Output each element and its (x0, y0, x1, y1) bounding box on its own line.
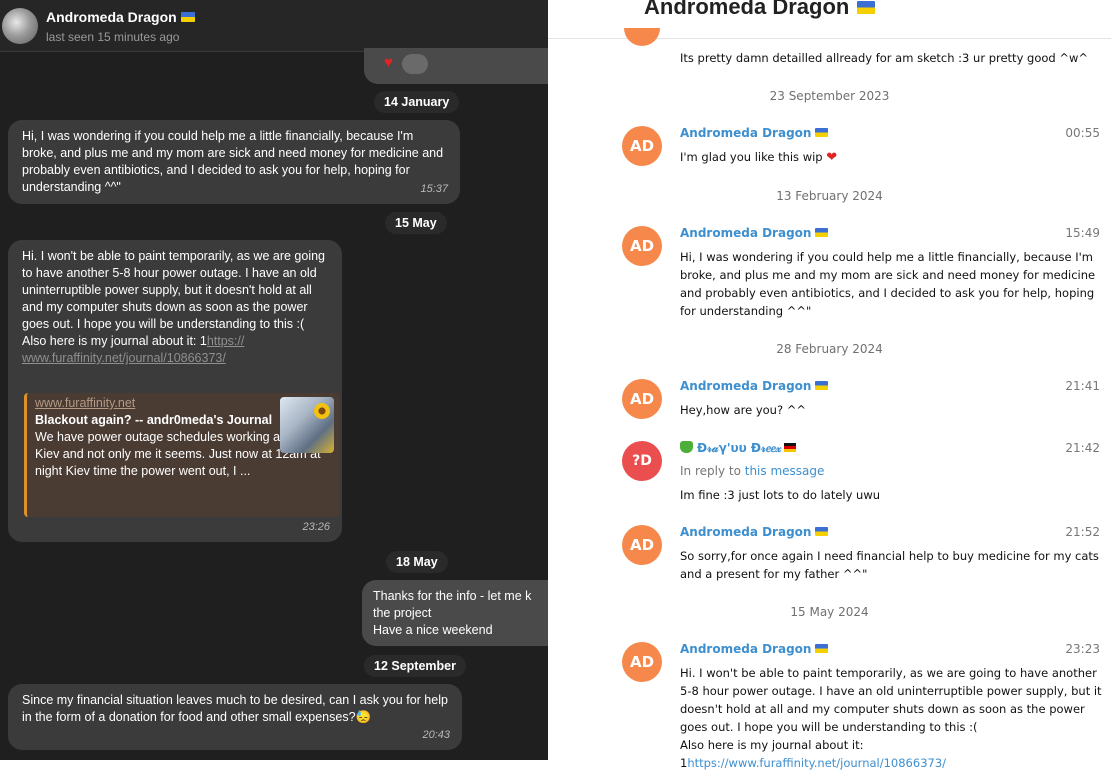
reply-link[interactable]: this message (745, 464, 825, 478)
message-line: the project (373, 606, 432, 620)
message-text: Im fine :3 just lots to do lately uwu (680, 488, 881, 502)
contact-name: Andromeda Dragon (46, 9, 195, 25)
message-text: So sorry,for once again I need financial… (680, 549, 1099, 581)
message-time: 21:52 (1065, 525, 1100, 539)
message-time: 21:42 (1065, 441, 1100, 455)
preview-thumbnail (280, 397, 334, 453)
sender-name[interactable]: Andromeda Dragon (680, 642, 829, 656)
outgoing-message-bubble[interactable]: Thanks for the info - let me k the proje… (362, 580, 548, 646)
sender-name[interactable]: Đ𝓇𝒶γ'υυ Đ𝓇𝑒𝑒𝓍 (680, 441, 797, 456)
heart-icon: ❤ (826, 150, 838, 165)
journal-link[interactable]: https:// (207, 334, 245, 348)
message-text-journal: Also here is my journal about it: 1https… (22, 334, 245, 365)
reply-indicator: In reply to this message (680, 464, 825, 478)
message-time: 00:55 (1065, 126, 1100, 140)
message-bubble[interactable]: Hi. I won't be able to paint temporarily… (8, 240, 342, 542)
message-bubble[interactable]: Hi, I was wondering if you could help me… (8, 120, 460, 204)
chat-title: Andromeda Dragon (644, 0, 876, 20)
avatar-partial (624, 28, 660, 46)
message-text: Hi. I won't be able to paint temporarily… (22, 249, 326, 331)
heart-reaction-icon[interactable]: ♥ (384, 54, 393, 71)
ukraine-flag-icon (815, 381, 829, 390)
ukraine-flag-icon (815, 527, 829, 536)
message-line: Thanks for the info - let me k (373, 589, 532, 603)
message-text: Since my financial situation leaves much… (22, 693, 448, 724)
message-text: Hey,how are you? ^^ (680, 403, 806, 417)
message-text: Its pretty damn detailled allready for a… (680, 51, 1089, 65)
message-time: 23:26 (302, 521, 330, 533)
message-text: Hi. I won't be able to paint temporarily… (680, 666, 1102, 770)
message-bubble-partial[interactable]: ♥ (364, 48, 548, 84)
message-time: 20:43 (422, 729, 450, 741)
ukraine-flag-icon (857, 1, 876, 14)
date-separator: 15 May 2024 (790, 605, 869, 619)
message-text: Hi, I was wondering if you could help me… (680, 250, 1096, 318)
date-separator: 28 February 2024 (776, 342, 883, 356)
message-time: 15:37 (420, 183, 448, 195)
link-preview[interactable]: www.furaffinity.net Blackout again? -- a… (24, 393, 340, 517)
date-separator: 15 May (385, 212, 447, 234)
dragon-icon (680, 441, 693, 453)
avatar[interactable]: AD (622, 126, 662, 166)
avatar[interactable]: AD (622, 525, 662, 565)
message-time: 21:41 (1065, 379, 1100, 393)
left-chat-pane: Andromeda Dragon last seen 15 minutes ag… (0, 0, 548, 760)
sweat-emoji-icon: 😓 (355, 710, 372, 724)
sender-name[interactable]: Andromeda Dragon (680, 226, 829, 240)
ukraine-flag-icon (815, 128, 829, 137)
sender-name[interactable]: Andromeda Dragon (680, 525, 829, 539)
sender-name[interactable]: Andromeda Dragon (680, 126, 829, 140)
date-separator: 18 May (386, 551, 448, 573)
journal-link[interactable]: https://www.furaffinity.net/journal/1086… (687, 756, 946, 770)
right-chat-pane: Andromeda Dragon Its pretty damn detaill… (548, 0, 1111, 776)
germany-flag-icon (784, 443, 797, 452)
chat-header[interactable]: Andromeda Dragon last seen 15 minutes ag… (0, 0, 548, 52)
message-time: 23:23 (1065, 642, 1100, 656)
message-time: 15:49 (1065, 226, 1100, 240)
date-separator: 12 September (364, 655, 466, 677)
ukraine-flag-icon (815, 228, 829, 237)
date-separator: 14 January (374, 91, 460, 113)
date-separator: 13 February 2024 (776, 189, 883, 203)
avatar[interactable]: ?D (622, 441, 662, 481)
preview-title: Blackout again? -- andr0meda's Journal (35, 413, 273, 427)
message-line: Have a nice weekend (373, 623, 493, 637)
avatar[interactable]: AD (622, 379, 662, 419)
date-separator: 23 September 2023 (769, 89, 890, 103)
journal-link-cont[interactable]: www.furaffinity.net/journal/10866373/ (22, 351, 226, 365)
avatar[interactable] (2, 8, 38, 44)
message-text: Hi, I was wondering if you could help me… (22, 129, 444, 194)
message-text: I'm glad you like this wip ❤ (680, 150, 838, 165)
ukraine-flag-icon (815, 644, 829, 653)
avatar[interactable]: AD (622, 642, 662, 682)
sender-name[interactable]: Andromeda Dragon (680, 379, 829, 393)
reaction-avatar (402, 54, 428, 74)
avatar[interactable]: AD (622, 226, 662, 266)
message-bubble[interactable]: Since my financial situation leaves much… (8, 684, 462, 750)
last-seen-status: last seen 15 minutes ago (46, 30, 180, 44)
ukraine-flag-icon (180, 12, 195, 22)
